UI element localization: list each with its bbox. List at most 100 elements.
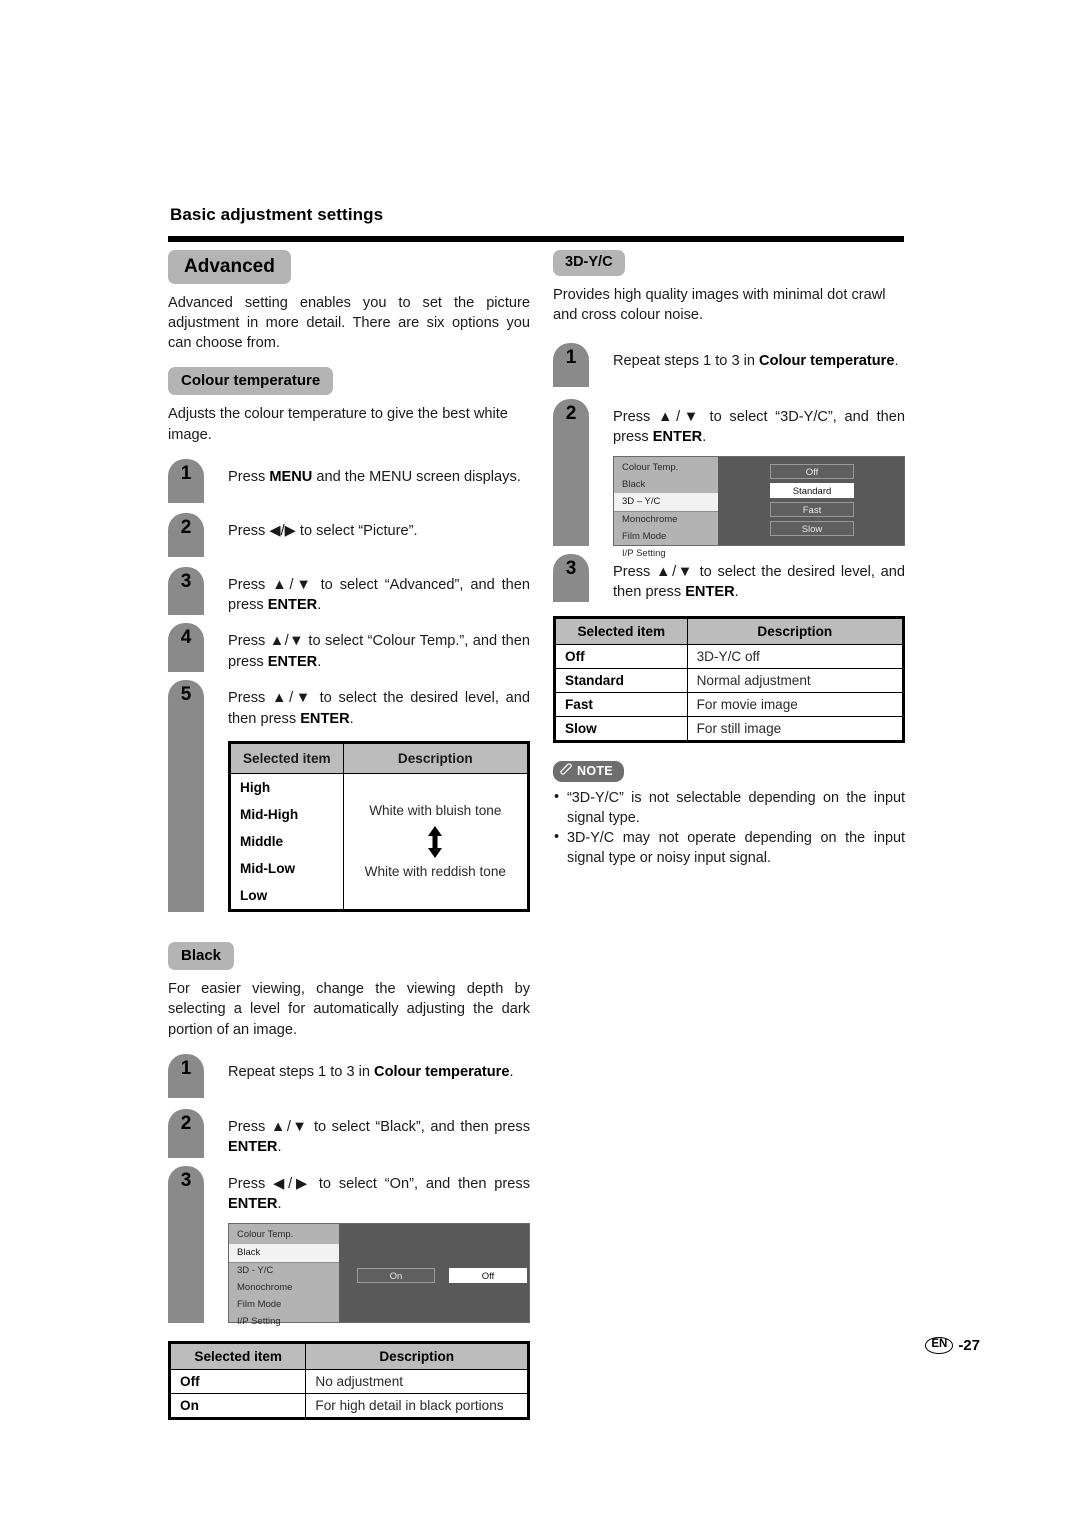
column-header-description: Description [305,1342,529,1371]
table-row: High White with bluish tone White with r… [229,773,530,912]
table-header-row: Selected item Description [168,1342,529,1371]
step-text: Press ▲/▼ to select “3D-Y/C”, and then p… [613,408,905,446]
cell-item: Low [229,882,344,912]
step-text: Press ▲/▼ to select “Black”, and then pr… [228,1118,530,1156]
cell-item: Mid-Low [229,855,344,883]
cell-item: Slow [554,716,688,743]
cell-item: Off [554,644,688,670]
step-item: 1 Repeat steps 1 to 3 in Colour temperat… [553,342,905,387]
step-number: 1 [168,1053,204,1098]
osd-menu-item[interactable]: Film Mode [229,1297,339,1314]
step-text: Press ▲/▼ to select the desired level, a… [613,563,905,601]
cell-description: For movie image [686,692,905,718]
osd-menu-list: Colour Temp. Black 3D - Y/C Monochrome F… [229,1224,339,1327]
table-row: Slow For still image [554,716,905,743]
step-text: Press ◀/▶ to select “On”, and then press… [228,1175,530,1212]
3d-yc-steps: 1 Repeat steps 1 to 3 in Colour temperat… [553,342,905,603]
step-item: 2 Press ◀/▶ to select “Picture”. [168,512,530,557]
step-text: Press ▲/▼ to select the desired level, a… [228,690,530,727]
step-number: 2 [168,512,204,557]
step-text: Repeat steps 1 to 3 in Colour temperatur… [228,1063,514,1080]
cell-description: For high detail in black portions [305,1393,529,1420]
note-label: NOTE [577,764,613,779]
osd-menu-item-selected[interactable]: Black [229,1244,339,1264]
step-number: 1 [168,458,204,503]
double-arrow-icon [426,825,444,859]
note-item: “3D-Y/C” is not selectable depending on … [553,788,905,828]
osd-menu-item-selected[interactable]: 3D – Y/C [614,493,718,513]
pencil-icon [560,763,573,779]
column-header-selected-item: Selected item [554,617,688,646]
colour-temperature-table: Selected item Description High White wit… [228,741,530,913]
range-bottom-label: White with reddish tone [364,863,506,879]
osd-option-on[interactable]: On [357,1268,435,1284]
cell-description: No adjustment [305,1369,529,1395]
note-badge: NOTE [553,761,624,783]
step-text: Repeat steps 1 to 3 in Colour temperatur… [613,352,899,369]
step-number: 1 [553,342,589,387]
black-table: Selected item Description Off No adjustm… [168,1341,530,1421]
cell-item: On [168,1393,307,1420]
step-item: 3 Press ▲/▼ to select “Advanced”, and th… [168,566,530,616]
osd-option-standard[interactable]: Standard [770,482,854,498]
osd-menu-item[interactable]: Black [614,477,718,494]
osd-menu-list: Colour Temp. Black 3D – Y/C Monochrome F… [614,456,718,559]
step-item: 1 Repeat steps 1 to 3 in Colour temperat… [168,1053,530,1098]
osd-option-slow[interactable]: Slow [770,520,854,536]
table-row: Standard Normal adjustment [554,668,905,694]
language-badge: EN [925,1337,954,1354]
osd-menu-item[interactable]: I/P Setting [229,1314,339,1331]
osd-option-off[interactable]: Off [770,463,854,479]
step-content: Press ▲/▼ to select “3D-Y/C”, and then p… [613,399,905,559]
cell-description: 3D-Y/C off [686,644,905,670]
step-number: 3 [168,1165,204,1324]
step-text: Press ▲/▼ to select “Colour Temp.”, and … [228,633,530,670]
left-column: Advanced Advanced setting enables you to… [168,250,530,1421]
step-item: 1 Press MENU and the MENU screen display… [168,458,530,503]
column-header-selected-item: Selected item [168,1342,307,1371]
note-block: NOTE “3D-Y/C” is not selectable dependin… [553,761,905,868]
step-text: Press ▲/▼ to select “Advanced”, and then… [228,576,530,614]
osd-menu-item[interactable]: Monochrome [229,1280,339,1297]
step-item: 2 Press ▲/▼ to select “3D-Y/C”, and then… [553,398,905,559]
step-item: 5 Press ▲/▼ to select the desired level,… [168,680,530,913]
manual-page: Basic adjustment settings Advanced Advan… [0,0,1080,1528]
osd-options-pane: On Off [339,1224,529,1323]
step-content: Press ◀/▶ to select “On”, and then press… [228,1166,530,1327]
cell-description-range: White with bluish tone White with reddis… [342,773,530,912]
table-header-row: Selected item Description [554,617,905,646]
step-item: 4 Press ▲/▼ to select “Colour Temp.”, an… [168,623,530,673]
range-top-label: White with bluish tone [369,803,502,819]
table-row: Fast For movie image [554,692,905,718]
black-intro: For easier viewing, change the viewing d… [168,981,530,1038]
osd-option-off[interactable]: Off [449,1268,527,1284]
osd-menu-item[interactable]: 3D - Y/C [229,1263,339,1280]
step-content: Press ▲/▼ to select the desired level, a… [228,680,530,913]
osd-options-pane: Off Standard Fast Slow [718,456,904,545]
step-number: 2 [553,398,589,546]
table-header-row: Selected item Description [229,742,530,775]
column-header-description: Description [342,742,530,775]
table-row: On For high detail in black portions [168,1393,529,1420]
cell-item: High [229,773,344,802]
right-column: 3D-Y/C Provides high quality images with… [553,250,905,869]
step-number: 5 [168,680,204,913]
cell-item: Middle [229,828,344,856]
cell-item: Fast [554,692,688,718]
cell-description: For still image [686,716,905,743]
osd-menu-item[interactable]: Colour Temp. [229,1227,339,1244]
cell-item: Off [168,1369,307,1395]
osd-screenshot-3d-yc: Colour Temp. Black 3D – Y/C Monochrome F… [613,455,905,559]
step-text: Press MENU and the MENU screen displays. [228,468,521,485]
osd-menu-item[interactable]: Monochrome [614,512,718,529]
cell-description: Normal adjustment [686,668,905,694]
osd-menu-item[interactable]: Film Mode [614,529,718,546]
page-footer: EN -27 [925,1337,980,1354]
cell-item: Standard [554,668,688,694]
header-divider [168,236,904,242]
osd-menu-item[interactable]: Colour Temp. [614,460,718,477]
table-row: Off 3D-Y/C off [554,644,905,670]
osd-option-fast[interactable]: Fast [770,501,854,517]
note-item: 3D-Y/C may not operate depending on the … [553,828,905,868]
column-header-description: Description [686,617,905,646]
